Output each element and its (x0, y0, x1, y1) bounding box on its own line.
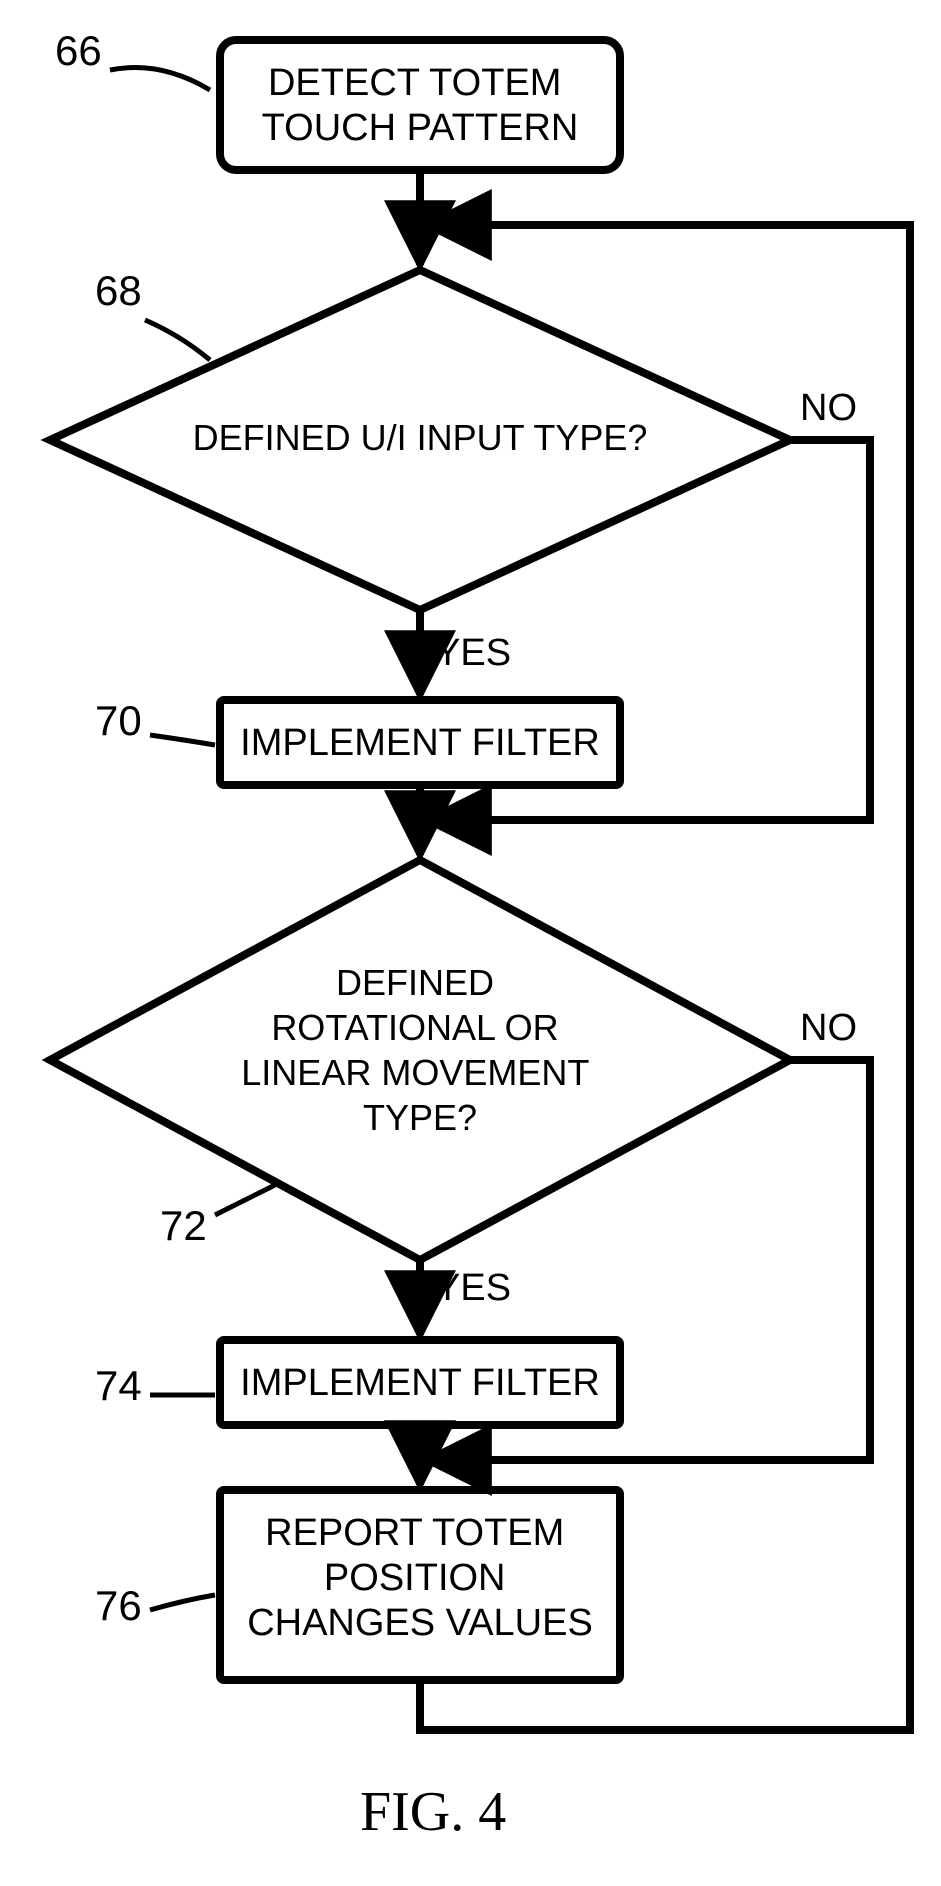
ref-66: 66 (55, 27, 210, 90)
ref-68: 68 (95, 267, 210, 360)
node-defined-ui-input: DEFINED U/I INPUT TYPE? (50, 270, 790, 610)
n72-line3: LINEAR MOVEMENT (241, 1052, 589, 1093)
n72-line1: DEFINED (336, 962, 494, 1003)
ref-74: 74 (95, 1362, 215, 1409)
n76-line3: CHANGES VALUES (247, 1602, 593, 1644)
flowchart: DETECT TOTEM TOUCH PATTERN 66 DEFINED U/… (0, 0, 941, 1886)
node-defined-movement: DEFINED ROTATIONAL OR LINEAR MOVEMENT TY… (50, 860, 790, 1260)
node-implement-filter-2: IMPLEMENT FILTER (220, 1340, 620, 1425)
label-no-68: NO (800, 387, 857, 429)
n72-line2: ROTATIONAL OR (271, 1007, 558, 1048)
n68-line1: DEFINED U/I INPUT TYPE? (193, 417, 648, 458)
node-implement-filter-1: IMPLEMENT FILTER (220, 700, 620, 785)
node-report-totem: REPORT TOTEM POSITION CHANGES VALUES (220, 1490, 620, 1680)
ref-76: 76 (95, 1582, 215, 1629)
label-yes-72: YES (435, 1267, 511, 1309)
n76-line1: REPORT TOTEM (265, 1512, 564, 1554)
svg-text:76: 76 (95, 1582, 142, 1629)
label-no-72: NO (800, 1007, 857, 1049)
ref-70: 70 (95, 697, 215, 745)
svg-text:68: 68 (95, 267, 142, 314)
svg-text:IMPLEMENT FILTER: IMPLEMENT FILTER (240, 722, 600, 764)
svg-text:72: 72 (160, 1202, 207, 1249)
label-yes-68: YES (435, 632, 511, 674)
n74-line1: IMPLEMENT FILTER (240, 1362, 600, 1404)
svg-text:DEFINED U/I INPUT TYPE?: DEFINED U/I INPUT TYPE? (193, 417, 648, 458)
svg-text:IMPLEMENT FILTER: IMPLEMENT FILTER (240, 1362, 600, 1404)
svg-text:70: 70 (95, 697, 142, 744)
node-detect-totem: DETECT TOTEM TOUCH PATTERN (220, 40, 620, 170)
svg-text:66: 66 (55, 27, 102, 74)
n66-line1: DETECT TOTEM (268, 62, 561, 104)
n66-line2: TOUCH PATTERN (262, 107, 579, 149)
svg-text:74: 74 (95, 1362, 142, 1409)
ref-72: 72 (160, 1185, 275, 1249)
n76-line2: POSITION (324, 1557, 506, 1599)
n70-line1: IMPLEMENT FILTER (240, 722, 600, 764)
n72-line4: TYPE? (363, 1097, 477, 1138)
figure-label: FIG. 4 (360, 1781, 506, 1843)
